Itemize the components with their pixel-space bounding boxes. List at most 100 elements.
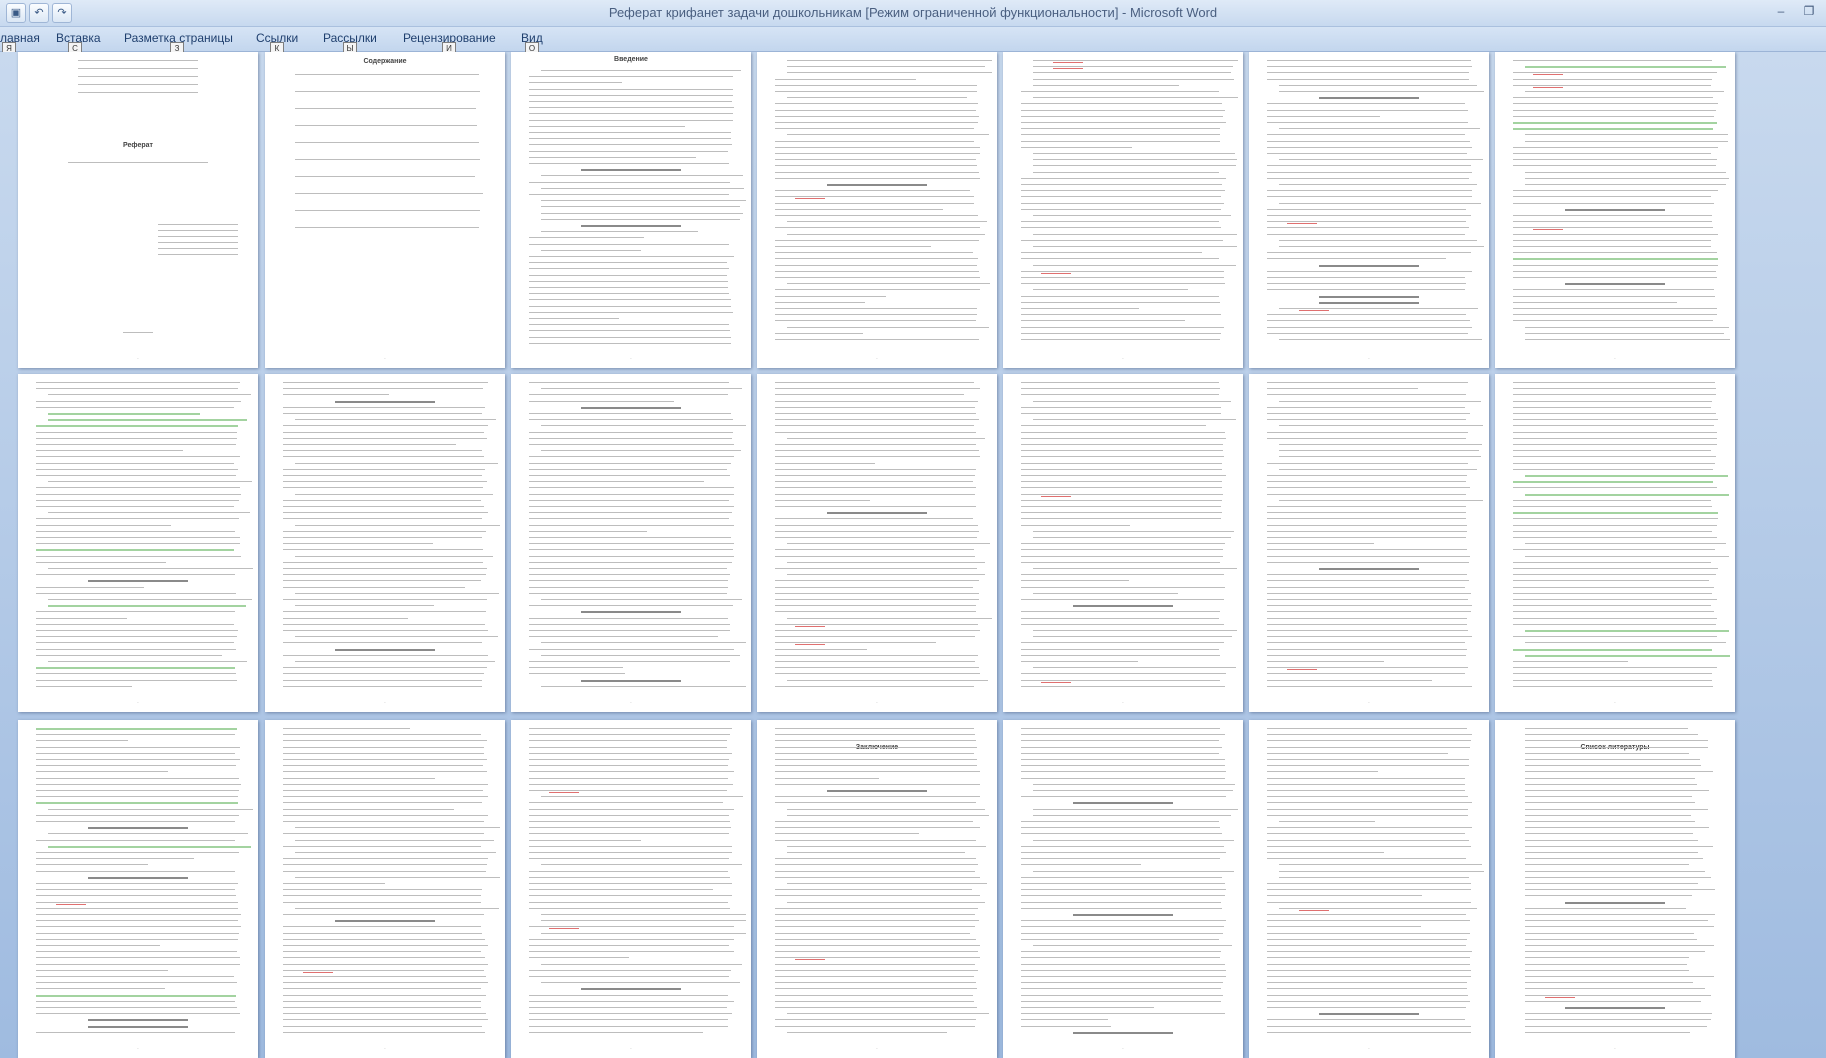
- text-line: [48, 413, 200, 415]
- document-page[interactable]: ·: [1249, 720, 1489, 1058]
- text-line: [1021, 91, 1219, 92]
- text-line: [1021, 686, 1225, 687]
- text-line: [1267, 481, 1466, 482]
- text-line: [529, 556, 734, 557]
- text-line: [541, 70, 741, 71]
- document-page[interactable]: Введение ·: [511, 52, 751, 368]
- text-line: [775, 481, 973, 482]
- text-line: [1513, 215, 1712, 216]
- text-line: [158, 224, 238, 225]
- minimize-icon[interactable]: –: [1768, 2, 1794, 20]
- text-line: [775, 778, 879, 779]
- text-line: [1279, 444, 1482, 445]
- document-page[interactable]: ·: [1003, 52, 1243, 368]
- document-page[interactable]: ·: [511, 720, 751, 1058]
- text-line: [1565, 283, 1665, 286]
- text-line: [775, 759, 977, 760]
- text-line: [787, 60, 992, 61]
- text-line: [36, 914, 241, 915]
- text-line: [1513, 667, 1717, 668]
- text-line: [529, 438, 732, 439]
- text-line: [1021, 252, 1202, 253]
- text-line: [78, 92, 198, 93]
- text-line: [283, 809, 454, 810]
- restore-icon[interactable]: ❐: [1796, 2, 1822, 20]
- text-line: [529, 268, 729, 269]
- text-line: [36, 747, 240, 748]
- text-line: [529, 840, 641, 841]
- text-line: [36, 463, 234, 464]
- document-page[interactable]: Заключение·: [757, 720, 997, 1058]
- text-line: [775, 147, 980, 148]
- text-line: [1513, 79, 1712, 80]
- document-page[interactable]: ·: [18, 374, 258, 712]
- text-line: [1267, 771, 1378, 772]
- text-line: [1267, 382, 1468, 383]
- text-line: [1021, 673, 1226, 674]
- text-line: [1267, 802, 1472, 803]
- text-line: [1525, 771, 1713, 772]
- text-line: [88, 580, 188, 583]
- text-line: [1267, 895, 1422, 896]
- document-page[interactable]: ·: [1495, 374, 1735, 712]
- page-number-mark: ·: [876, 356, 878, 362]
- text-line: [283, 753, 484, 754]
- document-page[interactable]: Содержание ·: [265, 52, 505, 368]
- text-line: [1267, 494, 1466, 495]
- text-line: [1513, 456, 1716, 457]
- text-line: [1545, 997, 1575, 998]
- text-line: [36, 475, 236, 476]
- text-line: [1279, 184, 1477, 185]
- text-line: [775, 988, 977, 989]
- text-line: [775, 289, 980, 290]
- document-page[interactable]: ·: [757, 52, 997, 368]
- document-area[interactable]: Реферат · Содержание · Введение · · · · · · · · · · · · ·…: [0, 52, 1826, 1058]
- text-line: [1513, 388, 1716, 389]
- document-page[interactable]: Список литературы·: [1495, 720, 1735, 1058]
- text-line: [1033, 790, 1233, 791]
- text-line: [36, 686, 132, 687]
- text-line: [283, 450, 482, 451]
- document-page[interactable]: ·: [265, 374, 505, 712]
- text-line: [36, 543, 240, 544]
- text-line: [1267, 574, 1467, 575]
- document-page[interactable]: ·: [1249, 374, 1489, 712]
- text-line: [775, 796, 980, 797]
- text-line: [36, 995, 236, 997]
- text-line: [36, 432, 237, 433]
- text-line: [1021, 734, 1225, 735]
- text-line: [36, 945, 160, 946]
- text-line: [775, 190, 970, 191]
- text-line: [775, 333, 863, 334]
- text-line: [1565, 1007, 1665, 1009]
- document-page[interactable]: ·: [757, 374, 997, 712]
- document-page[interactable]: ·: [1495, 52, 1735, 368]
- text-line: [1525, 852, 1698, 853]
- text-line: [529, 262, 727, 263]
- document-page[interactable]: Реферат ·: [18, 52, 258, 368]
- text-line: [1525, 883, 1698, 884]
- text-line: [1021, 320, 1185, 321]
- document-page[interactable]: ·: [511, 374, 751, 712]
- text-line: [1525, 895, 1692, 896]
- text-line: [1267, 79, 1469, 80]
- text-line: [541, 933, 746, 934]
- document-page[interactable]: ·: [1249, 52, 1489, 368]
- text-line: [787, 1013, 989, 1014]
- text-line: [775, 178, 980, 179]
- text-line: [283, 1001, 481, 1002]
- text-line: [78, 84, 198, 85]
- document-page[interactable]: ·: [1003, 374, 1243, 712]
- text-line: [1021, 995, 1223, 996]
- document-page[interactable]: ·: [18, 720, 258, 1058]
- text-line: [1525, 333, 1724, 334]
- text-line: [775, 599, 979, 600]
- text-line: [36, 574, 235, 575]
- text-line: [1525, 933, 1694, 934]
- text-line: [1319, 97, 1419, 100]
- text-line: [1021, 494, 1223, 495]
- text-line: [775, 525, 978, 526]
- text-line: [283, 815, 488, 816]
- document-page[interactable]: ·: [265, 720, 505, 1058]
- document-page[interactable]: ·: [1003, 720, 1243, 1058]
